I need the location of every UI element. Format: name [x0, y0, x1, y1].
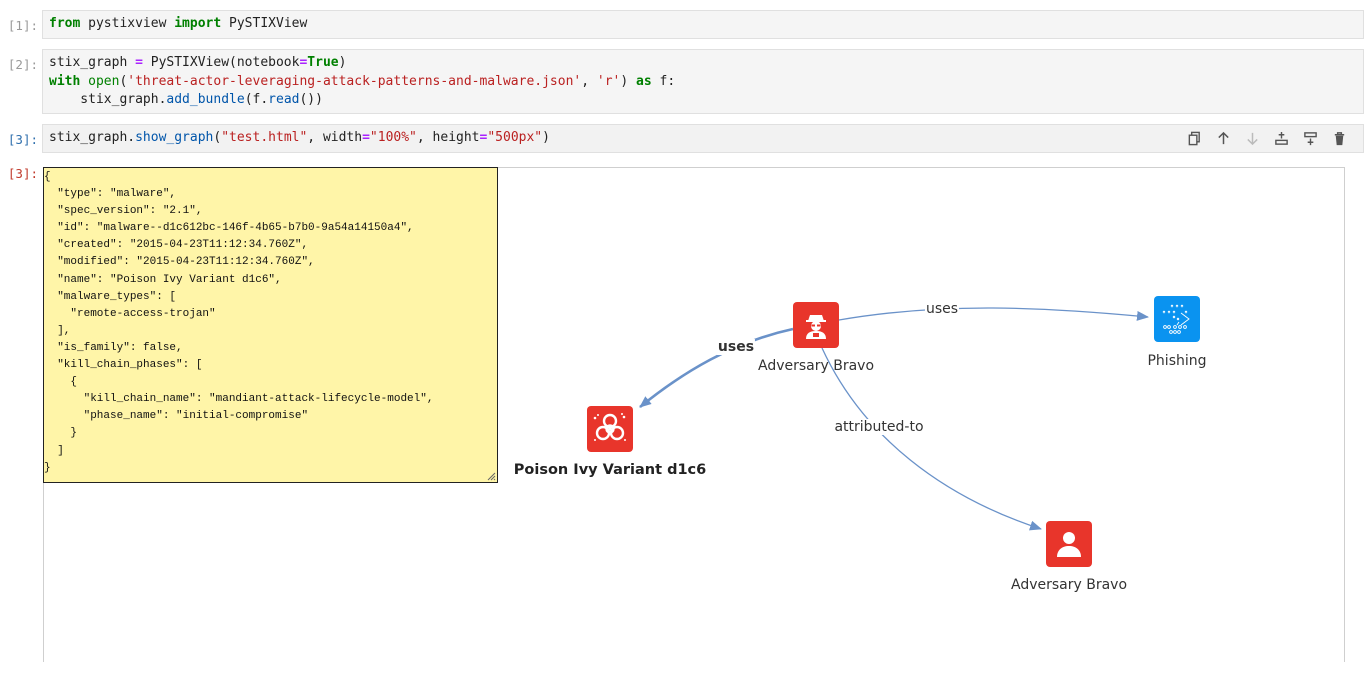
node-label: Adversary Bravo — [757, 358, 875, 374]
tooltip-lines: { "type": "malware", "spec_version": "2.… — [44, 169, 497, 477]
edge-label: uses — [716, 339, 756, 355]
node-tooltip: { "type": "malware", "spec_version": "2.… — [43, 167, 498, 483]
node-label: Poison Ivy Variant d1c6 — [513, 462, 707, 478]
threat-actor-icon — [806, 315, 826, 339]
tooltip-line: { — [44, 171, 51, 183]
tooltip-line: } — [44, 427, 78, 440]
tooltip-line: "phase_name": "initial-compromise" — [44, 410, 309, 423]
node-attack-pattern[interactable] — [1154, 296, 1200, 342]
cell-1[interactable]: [1]: from pystixview import PySTIXView — [0, 10, 1370, 39]
trash-icon[interactable] — [1329, 128, 1349, 148]
tooltip-line: "kill_chain_name": "mandiant-attack-life… — [44, 393, 434, 406]
code-input[interactable]: stix_graph.show_graph("test.html", width… — [42, 124, 1364, 153]
tooltip-line: { — [44, 376, 78, 389]
cell-2[interactable]: [2]: stix_graph = PySTIXView(notebook=Tr… — [0, 49, 1370, 114]
code-line: with open('threat-actor-leveraging-attac… — [49, 73, 676, 89]
cell-toolbar — [1184, 128, 1349, 148]
output-prompt: [3]: — [7, 166, 38, 181]
cell-prompt: [2]: — [7, 57, 38, 72]
arrow-up-icon[interactable] — [1213, 128, 1233, 148]
tooltip-line: "type": "malware", — [44, 188, 177, 201]
tooltip-line: ], — [44, 324, 71, 337]
tooltip-line: "name": "Poison Ivy Variant d1c6", — [44, 273, 282, 286]
code-line: stix_graph.add_bundle(f.read()) — [49, 92, 323, 108]
identity-icon — [1057, 532, 1081, 557]
attack-pattern-icon — [1162, 304, 1190, 334]
code-line: from pystixview import PySTIXView — [49, 16, 308, 31]
resize-handle-icon[interactable] — [486, 471, 496, 481]
edge-label: attributed-to — [833, 419, 925, 435]
node-identity[interactable] — [1046, 521, 1092, 567]
node-malware[interactable] — [587, 406, 633, 452]
tooltip-line: "remote-access-trojan" — [44, 307, 216, 320]
tooltip-line: "spec_version": "2.1", — [44, 205, 203, 218]
biohazard-icon — [593, 413, 626, 441]
edge-attributed-to[interactable] — [821, 347, 1042, 531]
copy-icon[interactable] — [1184, 128, 1204, 148]
tooltip-line: "kill_chain_phases": [ — [44, 359, 203, 372]
code-input[interactable]: from pystixview import PySTIXView — [42, 10, 1364, 39]
cell-3[interactable]: [3]: stix_graph.show_graph("test.html", … — [0, 124, 1370, 153]
tooltip-line: ] — [44, 444, 64, 457]
tooltip-line: "is_family": false, — [44, 341, 183, 354]
node-label: Phishing — [1147, 353, 1207, 369]
code-input[interactable]: stix_graph = PySTIXView(notebook=True) w… — [42, 49, 1364, 114]
insert-above-icon[interactable] — [1271, 128, 1291, 148]
tooltip-line: "created": "2015-04-23T11:12:34.760Z", — [44, 239, 309, 252]
cell-prompt: [3]: — [7, 132, 38, 147]
tooltip-line: "malware_types": [ — [44, 290, 177, 303]
edge-label: uses — [924, 301, 960, 317]
tooltip-line: "modified": "2015-04-23T11:12:34.760Z", — [44, 256, 315, 269]
node-threat-actor[interactable] — [793, 302, 839, 348]
tooltip-line: "id": "malware--d1c612bc-146f-4b65-b7b0-… — [44, 222, 414, 235]
edge-uses-phishing[interactable] — [838, 307, 1149, 321]
cell-prompt: [1]: — [7, 18, 38, 33]
code-line: stix_graph.show_graph("test.html", width… — [49, 130, 550, 145]
arrow-down-icon[interactable] — [1242, 128, 1262, 148]
node-label: Adversary Bravo — [1010, 577, 1128, 593]
code-line: stix_graph = PySTIXView(notebook=True) — [49, 55, 347, 70]
tooltip-line: } — [44, 461, 51, 474]
insert-below-icon[interactable] — [1300, 128, 1320, 148]
